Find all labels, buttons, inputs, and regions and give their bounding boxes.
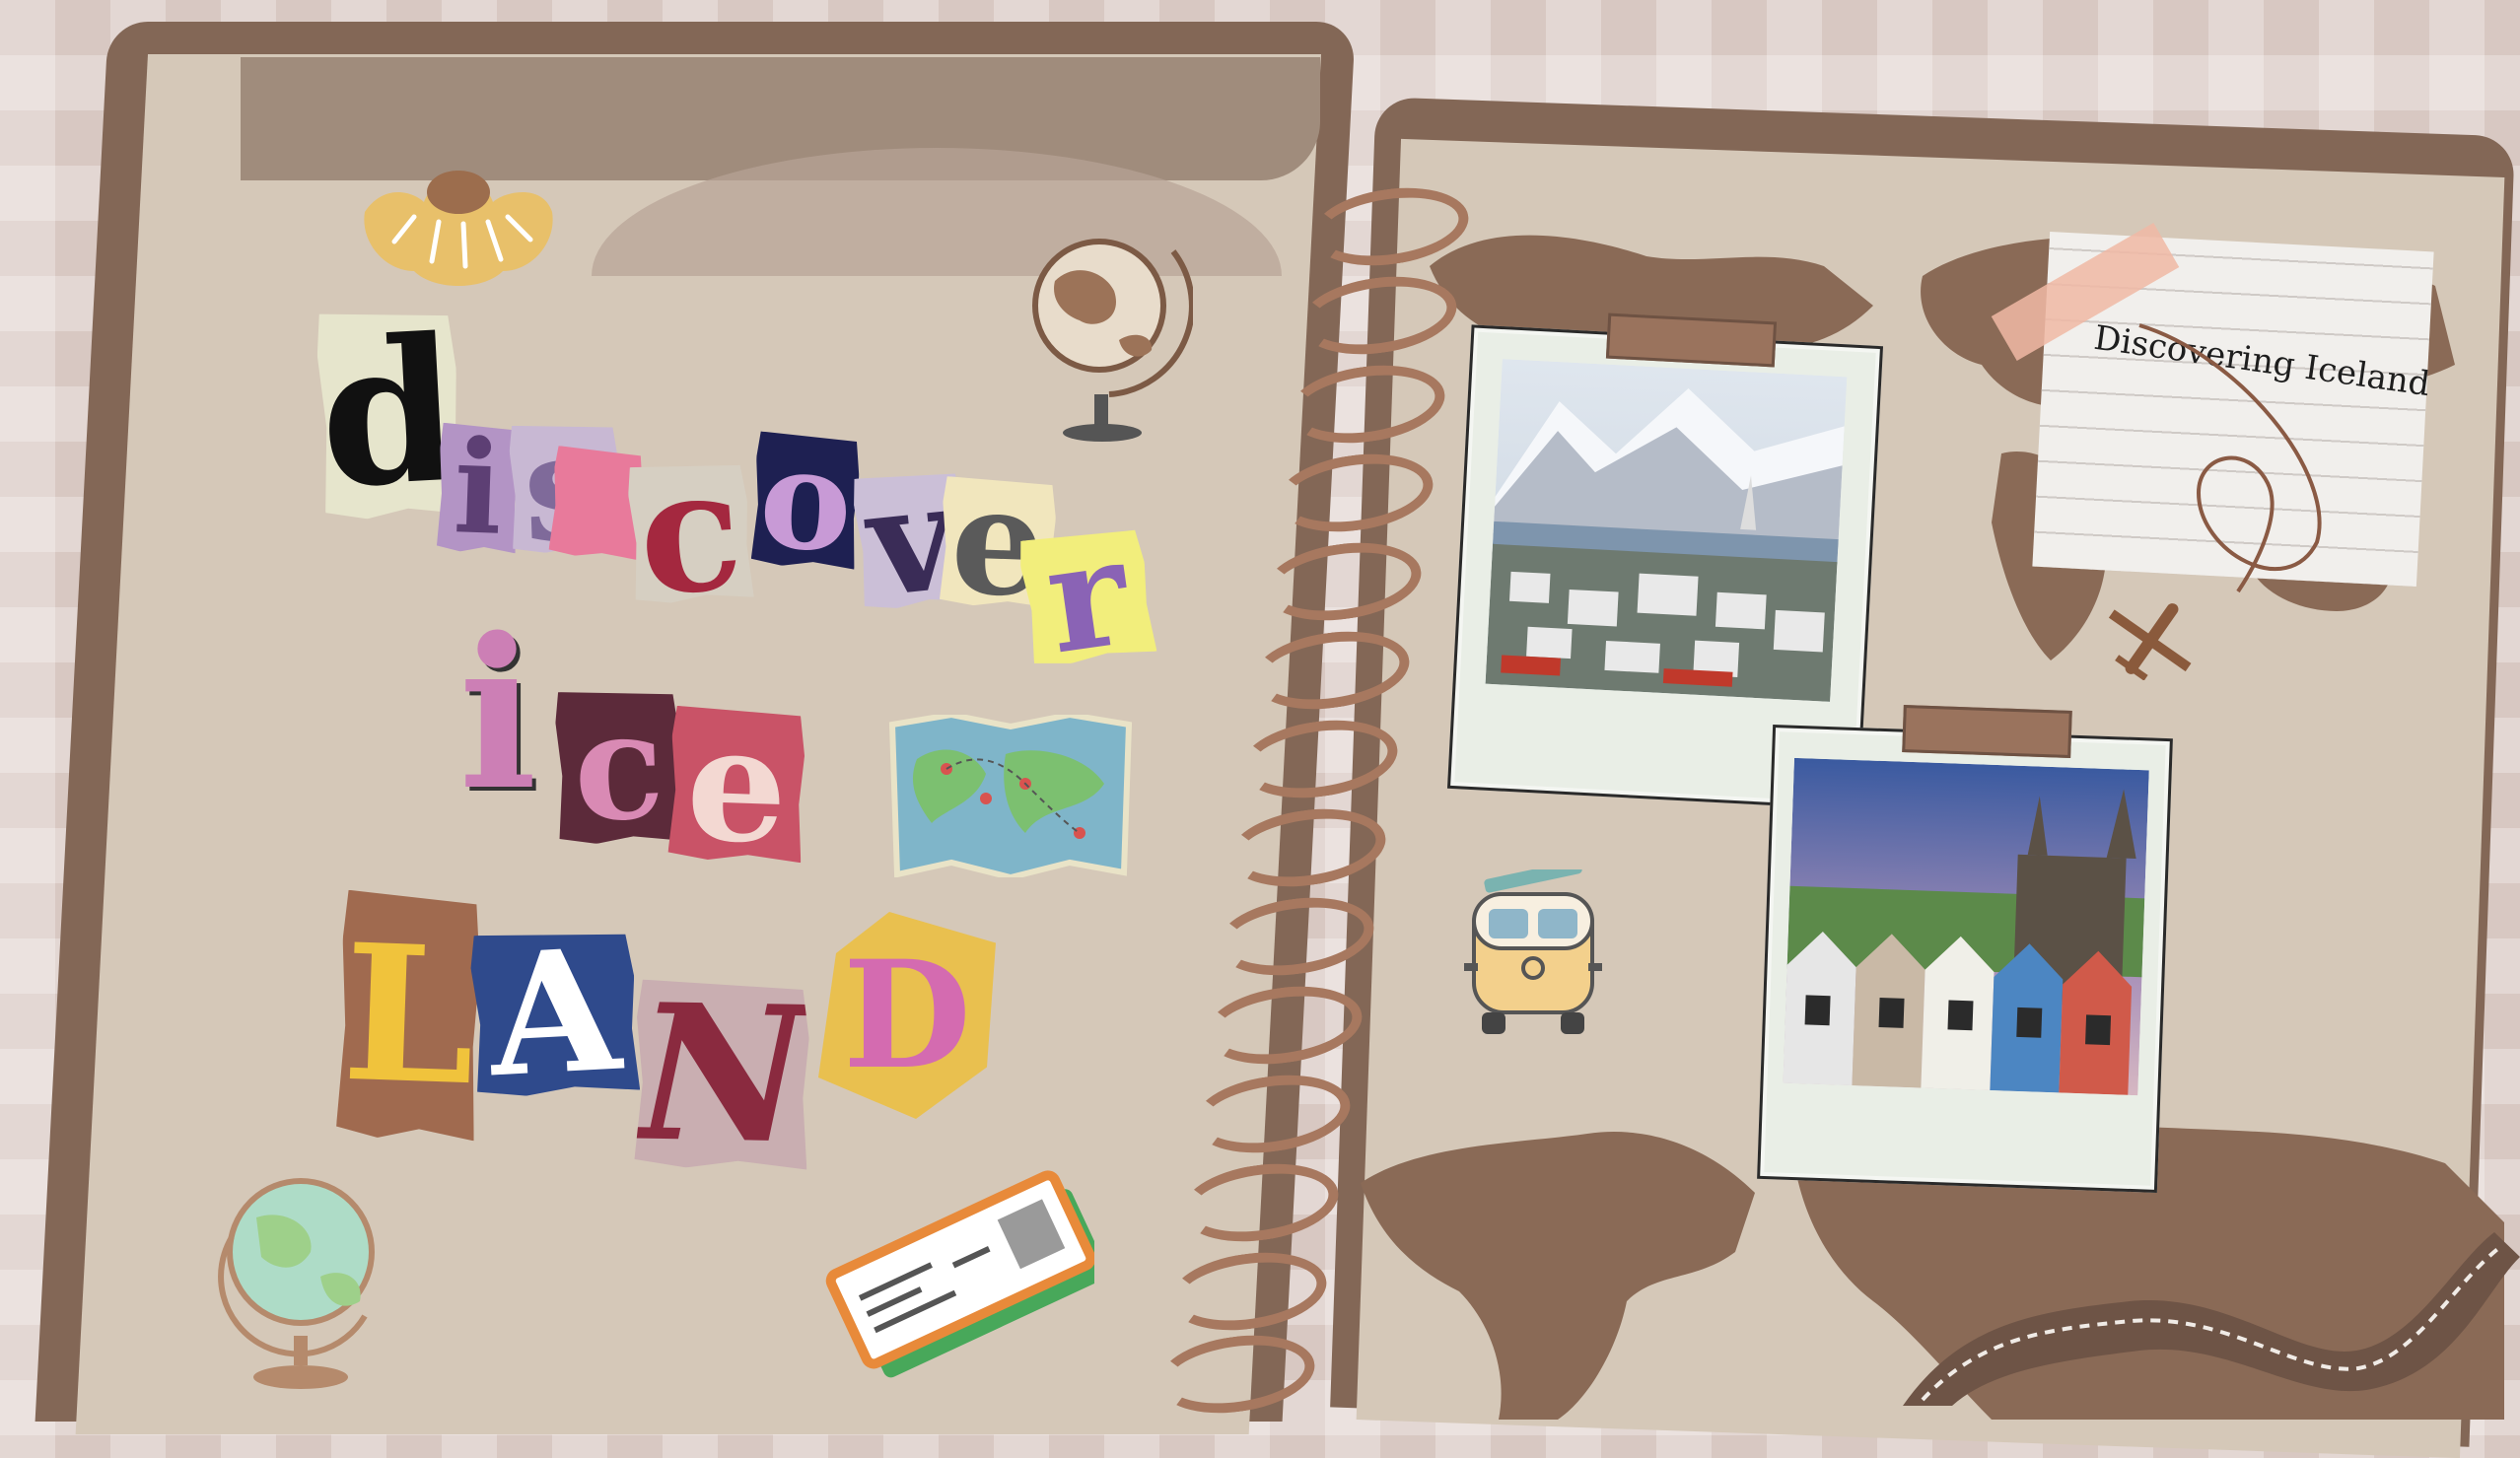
- title-letter: L: [336, 890, 483, 1142]
- green-globe-icon: [218, 1178, 375, 1389]
- airplane-icon: [2108, 603, 2192, 680]
- cobh-photo: [1783, 757, 2149, 1096]
- camper-van-icon: [1464, 869, 1602, 1034]
- title-letter: e: [667, 706, 805, 864]
- photo-tape: [1902, 705, 2072, 758]
- title-letter: i: [458, 592, 537, 836]
- reykjavik-photo: [1485, 359, 1848, 702]
- title-letter: d: [314, 294, 464, 533]
- title-letter: N: [634, 962, 810, 1186]
- route-swirl: [2138, 323, 2322, 593]
- title-letter: o: [751, 431, 862, 569]
- film-strip-icon: [1903, 1232, 2520, 1406]
- desk-globe-icon: [1032, 239, 1193, 442]
- title-letter: r: [1017, 524, 1157, 668]
- title-letter: i: [437, 423, 520, 554]
- title-letter: A: [469, 928, 640, 1098]
- title-letter: c: [626, 459, 753, 605]
- folded-map-icon: [888, 715, 1133, 877]
- flower-sticker-icon: [364, 171, 553, 286]
- photo-tape: [1605, 312, 1778, 368]
- title-letter: c: [554, 688, 682, 845]
- photo-frame-cobh: [1757, 725, 2173, 1193]
- boarding-pass-icon: [825, 1170, 1094, 1378]
